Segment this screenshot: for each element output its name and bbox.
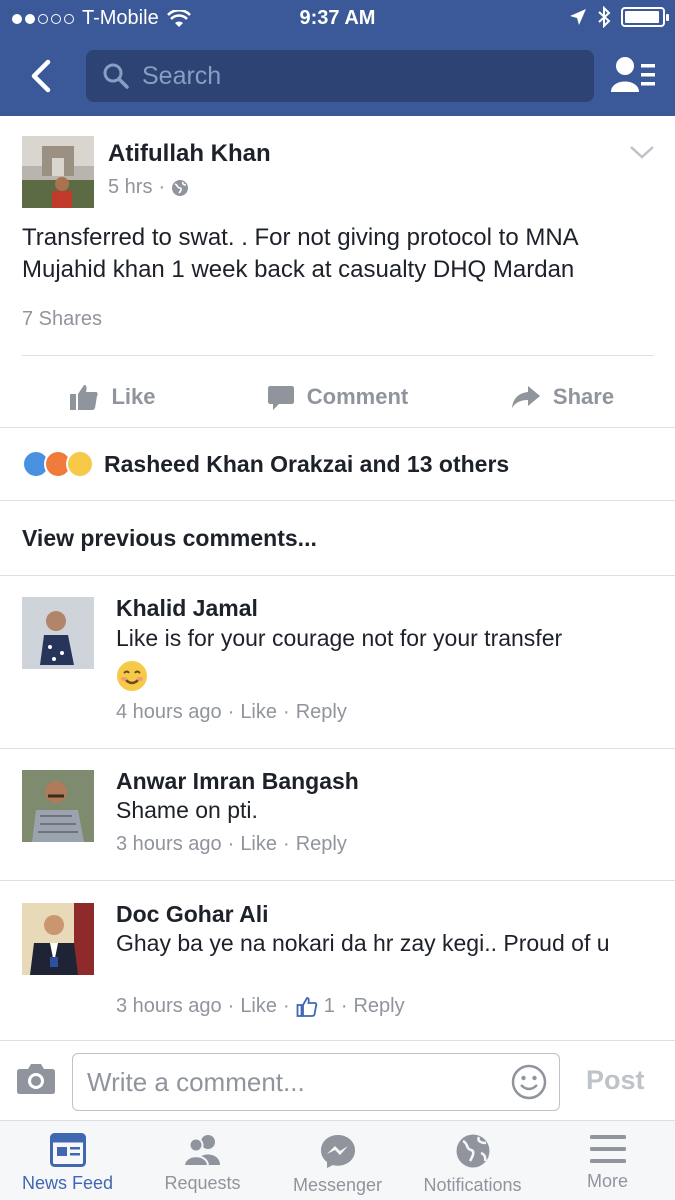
section-separator xyxy=(0,748,675,749)
globe-privacy-icon xyxy=(172,179,189,196)
commenter-avatar[interactable] xyxy=(22,903,94,975)
status-bar: T-Mobile 9:37 AM xyxy=(0,0,675,38)
comment-like-link[interactable]: Like xyxy=(240,995,277,1018)
comment-like-link[interactable]: Like xyxy=(240,833,277,856)
camera-icon[interactable] xyxy=(16,1061,56,1095)
share-arrow-icon xyxy=(511,386,540,408)
comment-like-link[interactable]: Like xyxy=(240,701,277,724)
like-button[interactable]: Like xyxy=(0,368,225,426)
post-body-text: Transferred to swat. . For not giving pr… xyxy=(22,224,578,283)
comment-timestamp[interactable]: 3 hours ago xyxy=(116,833,222,856)
tab-label: Notifications xyxy=(423,1175,522,1195)
meta-separator: · xyxy=(283,995,290,1017)
comment-text: Ghay ba ye na nokari da hr zay kegi.. Pr… xyxy=(116,930,610,956)
chevron-down-icon[interactable] xyxy=(629,144,655,160)
commenter-name[interactable]: Doc Gohar Ali xyxy=(116,901,269,928)
commenter-name[interactable]: Anwar Imran Bangash xyxy=(116,768,359,795)
like-label: Like xyxy=(111,384,156,409)
sad-reaction-icon xyxy=(66,450,94,478)
section-separator xyxy=(0,880,675,881)
location-arrow-icon xyxy=(570,9,586,25)
section-separator xyxy=(0,575,675,576)
post-divider xyxy=(22,355,654,356)
meta-separator: · xyxy=(340,995,348,1017)
app-header: T-Mobile 9:37 AM Search xyxy=(0,0,675,116)
meta-separator: · xyxy=(283,701,290,723)
shares-count[interactable]: 7 Shares xyxy=(22,308,102,331)
meta-separator: · xyxy=(227,701,235,723)
tab-label: Messenger xyxy=(292,1175,383,1195)
meta-separator: · xyxy=(283,833,290,855)
comment-text: Shame on pti. xyxy=(116,797,258,823)
tab-more[interactable]: More xyxy=(540,1121,675,1200)
author-avatar[interactable] xyxy=(22,136,94,208)
tab-news-feed[interactable]: News Feed xyxy=(0,1121,135,1200)
bottom-tab-bar: News Feed Requests Messenger Notificatio… xyxy=(0,1120,675,1200)
thumbs-up-outline-icon xyxy=(296,996,317,1017)
globe-icon xyxy=(456,1134,489,1168)
messenger-icon xyxy=(320,1135,355,1168)
reactions-summary[interactable]: Rasheed Khan Orakzai and 13 others xyxy=(0,428,675,500)
meta-separator: · xyxy=(227,995,235,1017)
sticker-smiley-icon[interactable] xyxy=(511,1064,547,1100)
comment-label: Comment xyxy=(306,384,409,409)
search-placeholder: Search xyxy=(142,61,222,90)
comment-text: Like is for your courage not for your tr… xyxy=(116,625,563,651)
comment-like-count[interactable]: 1 xyxy=(324,995,335,1018)
commenter-avatar[interactable] xyxy=(22,597,94,669)
comment-reply-link[interactable]: Reply xyxy=(296,701,347,724)
post-comment-button[interactable]: Post xyxy=(586,1065,645,1096)
comment-composer: Write a comment... Post xyxy=(0,1040,675,1120)
commenter-avatar[interactable] xyxy=(22,770,94,842)
post-timestamp[interactable]: 5 hrs xyxy=(108,176,152,199)
tab-notifications[interactable]: Notifications xyxy=(405,1121,540,1200)
share-button[interactable]: Share xyxy=(450,368,675,426)
comment-bubble-icon xyxy=(267,386,294,410)
bluetooth-icon xyxy=(598,6,611,28)
comment-timestamp[interactable]: 4 hours ago xyxy=(116,701,222,724)
comment-reply-link[interactable]: Reply xyxy=(296,833,347,856)
tab-requests[interactable]: Requests xyxy=(135,1121,270,1200)
reactions-text: Rasheed Khan Orakzai and 13 others xyxy=(104,450,510,477)
view-previous-comments-link[interactable]: View previous comments... xyxy=(0,502,675,574)
battery-icon xyxy=(621,7,669,27)
share-label: Share xyxy=(552,384,615,409)
search-icon xyxy=(103,63,129,89)
news-feed-icon xyxy=(49,1133,86,1167)
tab-label: Requests xyxy=(164,1173,241,1193)
friends-list-icon[interactable] xyxy=(609,54,657,98)
meta-separator: · xyxy=(227,833,235,855)
smiling-emoji-icon xyxy=(116,660,148,697)
tab-label: More xyxy=(586,1171,628,1191)
search-input[interactable]: Search xyxy=(86,50,594,102)
post-actions-bar: Like Comment Share xyxy=(0,368,675,426)
comment-timestamp[interactable]: 3 hours ago xyxy=(116,995,222,1018)
comment-button[interactable]: Comment xyxy=(225,368,450,426)
section-separator xyxy=(0,500,675,501)
tab-label: News Feed xyxy=(21,1173,114,1193)
write-comment-input[interactable]: Write a comment... xyxy=(72,1053,560,1111)
comment-reply-link[interactable]: Reply xyxy=(353,995,404,1018)
post-author-name[interactable]: Atifullah Khan xyxy=(108,140,271,168)
menu-icon xyxy=(589,1135,626,1163)
back-arrow-icon[interactable] xyxy=(22,56,62,96)
friend-requests-icon xyxy=(182,1135,220,1167)
commenter-name[interactable]: Khalid Jamal xyxy=(116,595,258,622)
tab-messenger[interactable]: Messenger xyxy=(270,1121,405,1200)
meta-separator: · xyxy=(158,176,166,198)
thumbs-up-icon xyxy=(70,385,99,410)
write-comment-placeholder: Write a comment... xyxy=(87,1066,305,1097)
